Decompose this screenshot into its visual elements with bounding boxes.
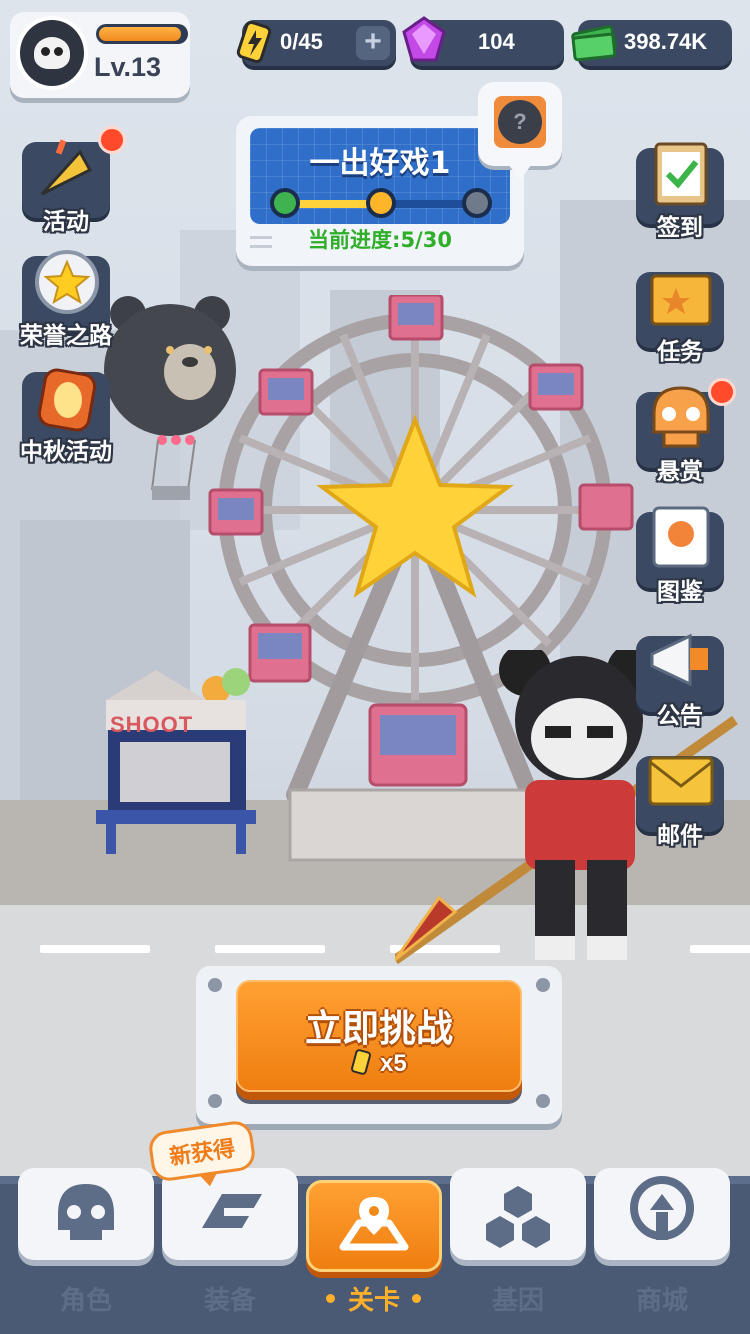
challenge-cost: x5: [238, 1048, 520, 1078]
challenge-button[interactable]: 立即挑战 x5: [236, 980, 522, 1092]
honor-road-label: 荣誉之路: [20, 323, 112, 349]
tab-label: 关卡: [347, 1286, 400, 1316]
mid-autumn-label: 中秋活动: [20, 439, 112, 465]
cash-value: 398.74K: [624, 29, 708, 54]
player-avatar[interactable]: [16, 16, 88, 90]
events-button[interactable]: 活动: [18, 126, 126, 235]
bounty-button[interactable]: 悬赏: [632, 378, 736, 485]
map-pin-icon: [339, 1197, 409, 1251]
shop-icon: [630, 1176, 694, 1240]
tasks-label: 任务: [657, 339, 703, 365]
mid-autumn-event-button[interactable]: 中秋活动: [18, 368, 114, 465]
unknown-reward-bubble[interactable]: ?: [478, 82, 562, 180]
honor-road-button[interactable]: 荣誉之路: [18, 250, 114, 349]
clipboard-check-icon: [654, 142, 708, 206]
skull-icon: [58, 1184, 114, 1240]
add-energy-button[interactable]: +: [356, 26, 390, 60]
tab-label: 商城: [635, 1286, 688, 1316]
stage-node-done: [270, 188, 300, 218]
tab-label: 装备: [203, 1286, 256, 1316]
tab-shop[interactable]: 商城: [594, 1168, 730, 1316]
mail-button[interactable]: 邮件: [632, 756, 728, 849]
collection-button[interactable]: 图鉴: [632, 506, 728, 605]
tab-levels[interactable]: 关卡: [306, 1168, 442, 1316]
level-title: 一出好戏1: [309, 146, 451, 181]
gem-icon: [402, 16, 446, 62]
drag-handle[interactable]: [250, 236, 272, 248]
xp-bar-fill: [99, 27, 181, 41]
notification-dot: [708, 378, 736, 406]
sign-in-button[interactable]: 签到: [632, 142, 728, 241]
booth-sign: SHOOT: [110, 712, 194, 737]
player-profile[interactable]: Lv.13: [10, 12, 190, 98]
xp-bar: [96, 24, 188, 44]
tab-equipment[interactable]: 装备: [162, 1168, 298, 1316]
rivet: [208, 978, 222, 992]
envelope-icon: [648, 756, 714, 806]
notebook-icon: [652, 506, 710, 568]
rivet: [208, 1094, 222, 1108]
cash-counter[interactable]: 398.74K: [571, 20, 732, 66]
collection-label: 图鉴: [657, 579, 703, 605]
shooting-booth: [96, 668, 256, 854]
player-level: Lv.13: [94, 52, 162, 82]
tab-label: 基因: [491, 1286, 544, 1316]
energy-counter[interactable]: 0/45 +: [236, 20, 396, 66]
announcement-label: 公告: [657, 703, 703, 729]
equipment-icon: [202, 1194, 262, 1228]
announcement-button[interactable]: 公告: [632, 633, 728, 729]
stage-node-current: [366, 188, 396, 218]
challenge-label: 立即挑战: [305, 1007, 453, 1050]
stage-node-locked: [462, 188, 492, 218]
active-indicator: [412, 1294, 421, 1303]
level-progress: 当前进度:5/30: [308, 228, 452, 252]
folder-star-icon: [650, 274, 712, 326]
energy-value: 0/45: [280, 29, 323, 54]
skull-bounty-icon: [652, 386, 710, 448]
tab-character[interactable]: 角色: [18, 1168, 154, 1316]
battery-icon: [351, 1049, 372, 1075]
rivet: [536, 978, 550, 992]
skull-icon: [34, 37, 70, 69]
road-marking: [215, 945, 325, 953]
cash-icon: [571, 25, 617, 62]
hexagon-cluster-icon: [486, 1186, 550, 1248]
tab-label: 角色: [59, 1286, 112, 1316]
level-map-preview[interactable]: 一出好戏1: [250, 128, 510, 224]
party-popper-icon: [40, 139, 93, 196]
star-medal-icon: [35, 250, 99, 314]
megaphone-icon: [650, 633, 708, 687]
mail-label: 邮件: [657, 823, 703, 849]
tab-genes[interactable]: 基因: [450, 1168, 586, 1316]
road-marking: [40, 945, 150, 953]
battery-icon: [236, 20, 272, 64]
events-label: 活动: [43, 209, 89, 235]
challenge-plate: 立即挑战 x5: [196, 966, 562, 1124]
sign-in-label: 签到: [657, 215, 703, 241]
tasks-button[interactable]: 任务: [632, 272, 728, 365]
bounty-label: 悬赏: [657, 459, 703, 485]
rivet: [536, 1094, 550, 1108]
gem-value: 104: [478, 29, 515, 54]
mystery-boss-icon: ?: [494, 96, 546, 148]
notification-dot: [98, 126, 126, 154]
lantern-icon: [37, 368, 97, 432]
gem-counter[interactable]: 104: [402, 16, 564, 66]
